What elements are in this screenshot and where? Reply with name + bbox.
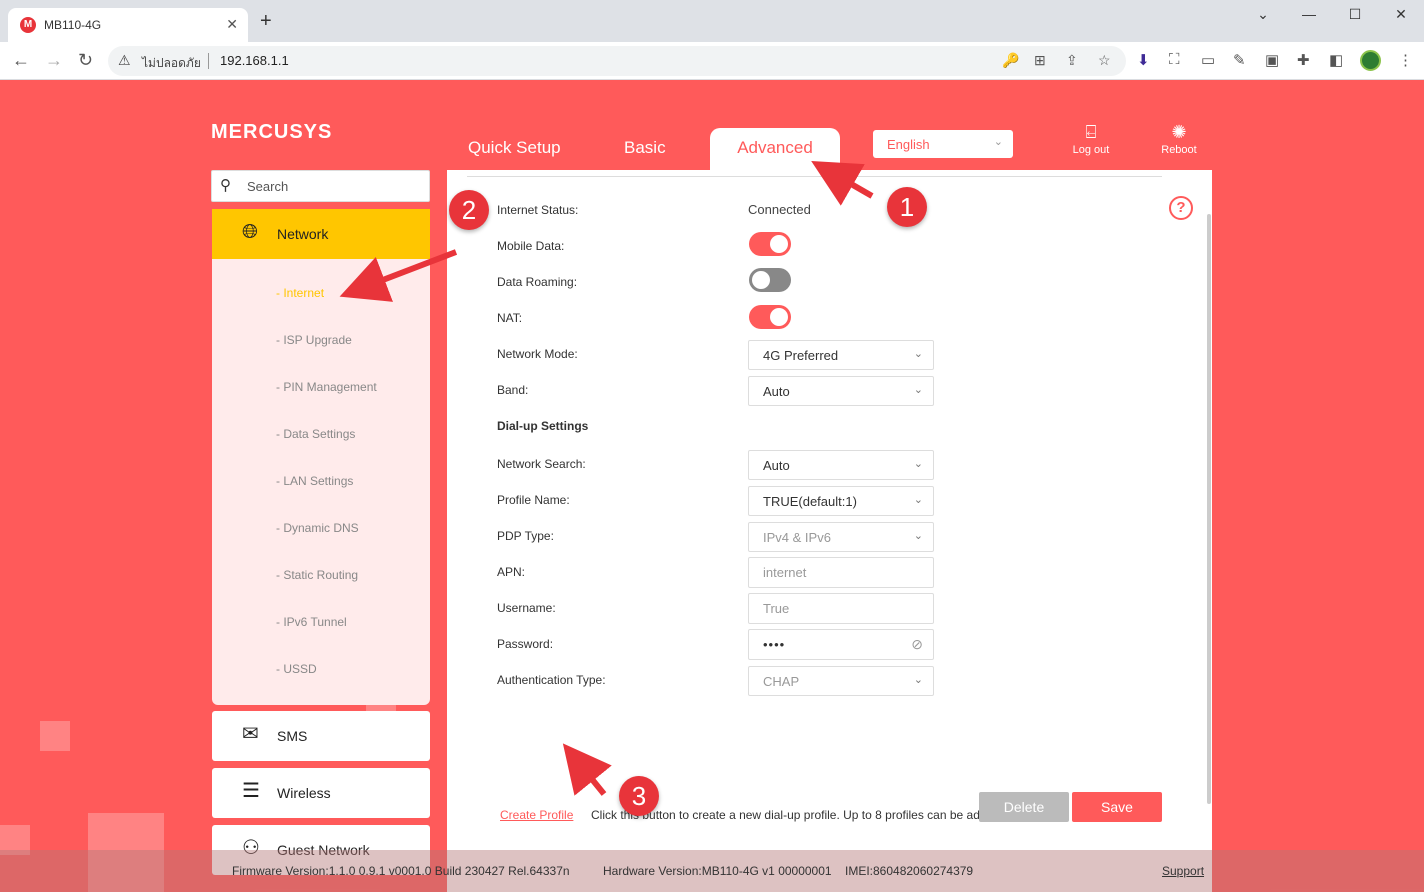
annotation-arrow-3 bbox=[562, 743, 612, 796]
annotation-badge-1: 1 bbox=[887, 187, 927, 227]
annotation-arrows bbox=[339, 161, 874, 796]
annotation-arrow-1 bbox=[811, 161, 874, 206]
annotation-badge-3: 3 bbox=[619, 776, 659, 816]
annotation-badge-2: 2 bbox=[449, 190, 489, 230]
annotation-arrow-2 bbox=[339, 249, 458, 302]
